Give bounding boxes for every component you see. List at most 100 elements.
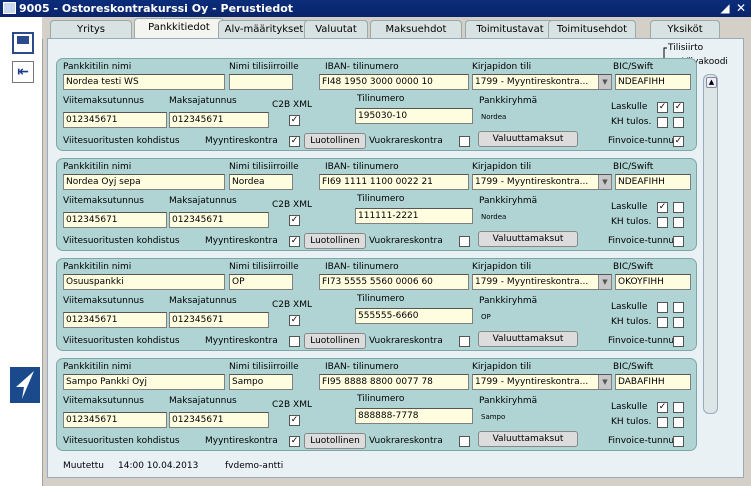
kh-tulos-checkbox-1[interactable] <box>657 217 668 228</box>
luotollinen-button[interactable]: Luotollinen <box>304 133 366 149</box>
ledger-account-select[interactable]: 1799 - Myyntireskontra... ▼ <box>472 174 612 190</box>
vuokrareskontra-checkbox[interactable] <box>459 436 470 447</box>
account-number-field[interactable]: 555555-6660 <box>355 308 473 324</box>
iban-field[interactable]: FI95 8888 8800 0077 78 <box>319 374 469 390</box>
exit-icon[interactable]: ⇤ <box>12 61 34 83</box>
valuuttamaksut-button[interactable]: Valuuttamaksut <box>478 331 578 347</box>
bic-field[interactable]: OKOYFIHH <box>615 274 691 290</box>
tab-1[interactable]: Pankkitiedot <box>134 18 224 40</box>
iban-field[interactable]: FI69 1111 1100 0022 21 <box>319 174 469 190</box>
kh-tulos-checkbox-2[interactable] <box>673 417 684 428</box>
reference-payment-field[interactable]: 012345671 <box>63 312 167 328</box>
laskulle-tilisiirto-checkbox[interactable] <box>657 302 668 313</box>
finvoice-checkbox[interactable] <box>673 236 684 247</box>
laskulle-tilisiirto-checkbox[interactable]: ✓ <box>657 202 668 213</box>
transfer-name-field[interactable]: Nordea <box>229 174 293 190</box>
scroll-up-icon[interactable]: ▲ <box>706 77 717 88</box>
account-name-label: Pankkitilin nimi <box>63 362 132 372</box>
laskulle-tilisiirto-checkbox[interactable]: ✓ <box>657 402 668 413</box>
luotollinen-button[interactable]: Luotollinen <box>304 233 366 249</box>
c2b-xml-checkbox[interactable]: ✓ <box>289 115 300 126</box>
transfer-name-field[interactable]: OP <box>229 274 293 290</box>
account-number-field[interactable]: 111111-2221 <box>355 208 473 224</box>
bic-label: BIC/Swift <box>613 62 654 72</box>
chevron-down-icon[interactable]: ▼ <box>598 275 611 289</box>
chevron-down-icon[interactable]: ▼ <box>598 75 611 89</box>
myyntireskontra-checkbox[interactable] <box>289 336 300 347</box>
account-number-field[interactable]: 888888-7778 <box>355 408 473 424</box>
modified-user: fvdemo-antti <box>225 461 284 471</box>
transfer-name-field[interactable] <box>229 74 293 90</box>
kh-tulos-checkbox-2[interactable] <box>673 117 684 128</box>
finvoice-checkbox[interactable]: ✓ <box>673 136 684 147</box>
tab-5[interactable]: Toimitustavat <box>465 20 555 39</box>
myyntireskontra-checkbox[interactable]: ✓ <box>289 236 300 247</box>
reference-payment-field[interactable]: 012345671 <box>63 412 167 428</box>
laskulle-label: Laskulle <box>611 202 648 212</box>
reference-payment-field[interactable]: 012345671 <box>63 112 167 128</box>
laskulle-tilisiirto-checkbox[interactable]: ✓ <box>657 102 668 113</box>
finvoice-checkbox[interactable] <box>673 436 684 447</box>
account-name-field[interactable]: Sampo Pankki Oyj <box>63 374 225 390</box>
kh-tulos-checkbox-2[interactable] <box>673 217 684 228</box>
tab-2[interactable]: Alv-määritykset <box>218 20 310 39</box>
bic-field[interactable]: DABAFIHH <box>615 374 691 390</box>
payer-id-field[interactable]: 012345671 <box>169 212 269 228</box>
kh-tulos-checkbox-2[interactable] <box>673 317 684 328</box>
laskulle-viivakoodi-checkbox[interactable]: ✓ <box>673 102 684 113</box>
vuokrareskontra-checkbox[interactable] <box>459 136 470 147</box>
vuokrareskontra-checkbox[interactable] <box>459 236 470 247</box>
tab-bar: Yritys Pankkitiedot Alv-määritykset Valuuta… <box>42 17 751 40</box>
tab-3[interactable]: Valuutat <box>304 20 368 39</box>
chevron-down-icon[interactable]: ▼ <box>598 175 611 189</box>
valuuttamaksut-button[interactable]: Valuuttamaksut <box>478 131 578 147</box>
account-name-field[interactable]: Nordea Oyj sepa <box>63 174 225 190</box>
laskulle-viivakoodi-checkbox[interactable] <box>673 402 684 413</box>
finvoice-checkbox[interactable] <box>673 336 684 347</box>
kh-tulos-checkbox-1[interactable] <box>657 117 668 128</box>
scrollbar[interactable]: ▲ <box>703 74 718 414</box>
kh-tulos-checkbox-1[interactable] <box>657 417 668 428</box>
chevron-down-icon[interactable]: ▼ <box>598 375 611 389</box>
transfer-name-label: Nimi tilisiirroille <box>229 162 299 172</box>
payer-id-field[interactable]: 012345671 <box>169 112 269 128</box>
reference-payment-field[interactable]: 012345671 <box>63 212 167 228</box>
tab-7[interactable]: Yksiköt <box>650 20 720 39</box>
myyntireskontra-label: Myyntireskontra <box>205 236 278 246</box>
iban-field[interactable]: FI73 5555 5560 0006 60 <box>319 274 469 290</box>
bank-group-value: OP <box>481 313 491 321</box>
myyntireskontra-checkbox[interactable]: ✓ <box>289 436 300 447</box>
tab-4[interactable]: Maksuehdot <box>370 20 462 39</box>
c2b-xml-checkbox[interactable]: ✓ <box>289 315 300 326</box>
tab-0[interactable]: Yritys <box>50 20 132 39</box>
ledger-account-select[interactable]: 1799 - Myyntireskontra... ▼ <box>472 274 612 290</box>
ledger-account-select[interactable]: 1799 - Myyntireskontra... ▼ <box>472 374 612 390</box>
valuuttamaksut-button[interactable]: Valuuttamaksut <box>478 431 578 447</box>
bic-field[interactable]: NDEAFIHH <box>615 74 691 90</box>
transfer-name-field[interactable]: Sampo <box>229 374 293 390</box>
save-icon[interactable] <box>12 32 34 54</box>
vuokrareskontra-checkbox[interactable] <box>459 336 470 347</box>
resize-icon[interactable]: ◢ <box>718 1 732 15</box>
luotollinen-button[interactable]: Luotollinen <box>304 433 366 449</box>
c2b-xml-label: C2B XML <box>272 400 312 410</box>
c2b-xml-checkbox[interactable]: ✓ <box>289 415 300 426</box>
payer-id-field[interactable]: 012345671 <box>169 312 269 328</box>
tab-6[interactable]: Toimitusehdot <box>548 20 636 39</box>
payer-id-field[interactable]: 012345671 <box>169 412 269 428</box>
account-name-field[interactable]: Osuuspankki <box>63 274 225 290</box>
close-icon[interactable]: ✕ <box>734 1 748 15</box>
kh-tulos-checkbox-1[interactable] <box>657 317 668 328</box>
account-number-field[interactable]: 195030-10 <box>355 108 473 124</box>
luotollinen-button[interactable]: Luotollinen <box>304 333 366 349</box>
account-name-field[interactable]: Nordea testi WS <box>63 74 225 90</box>
iban-field[interactable]: FI48 1950 3000 0000 10 <box>319 74 469 90</box>
ledger-account-select[interactable]: 1799 - Myyntireskontra... ▼ <box>472 74 612 90</box>
bank-group-label: Pankkiryhmä <box>479 196 538 206</box>
c2b-xml-checkbox[interactable]: ✓ <box>289 215 300 226</box>
bic-field[interactable]: NDEAFIHH <box>615 174 691 190</box>
myyntireskontra-checkbox[interactable]: ✓ <box>289 136 300 147</box>
laskulle-viivakoodi-checkbox[interactable] <box>673 202 684 213</box>
laskulle-viivakoodi-checkbox[interactable] <box>673 302 684 313</box>
valuuttamaksut-button[interactable]: Valuuttamaksut <box>478 231 578 247</box>
